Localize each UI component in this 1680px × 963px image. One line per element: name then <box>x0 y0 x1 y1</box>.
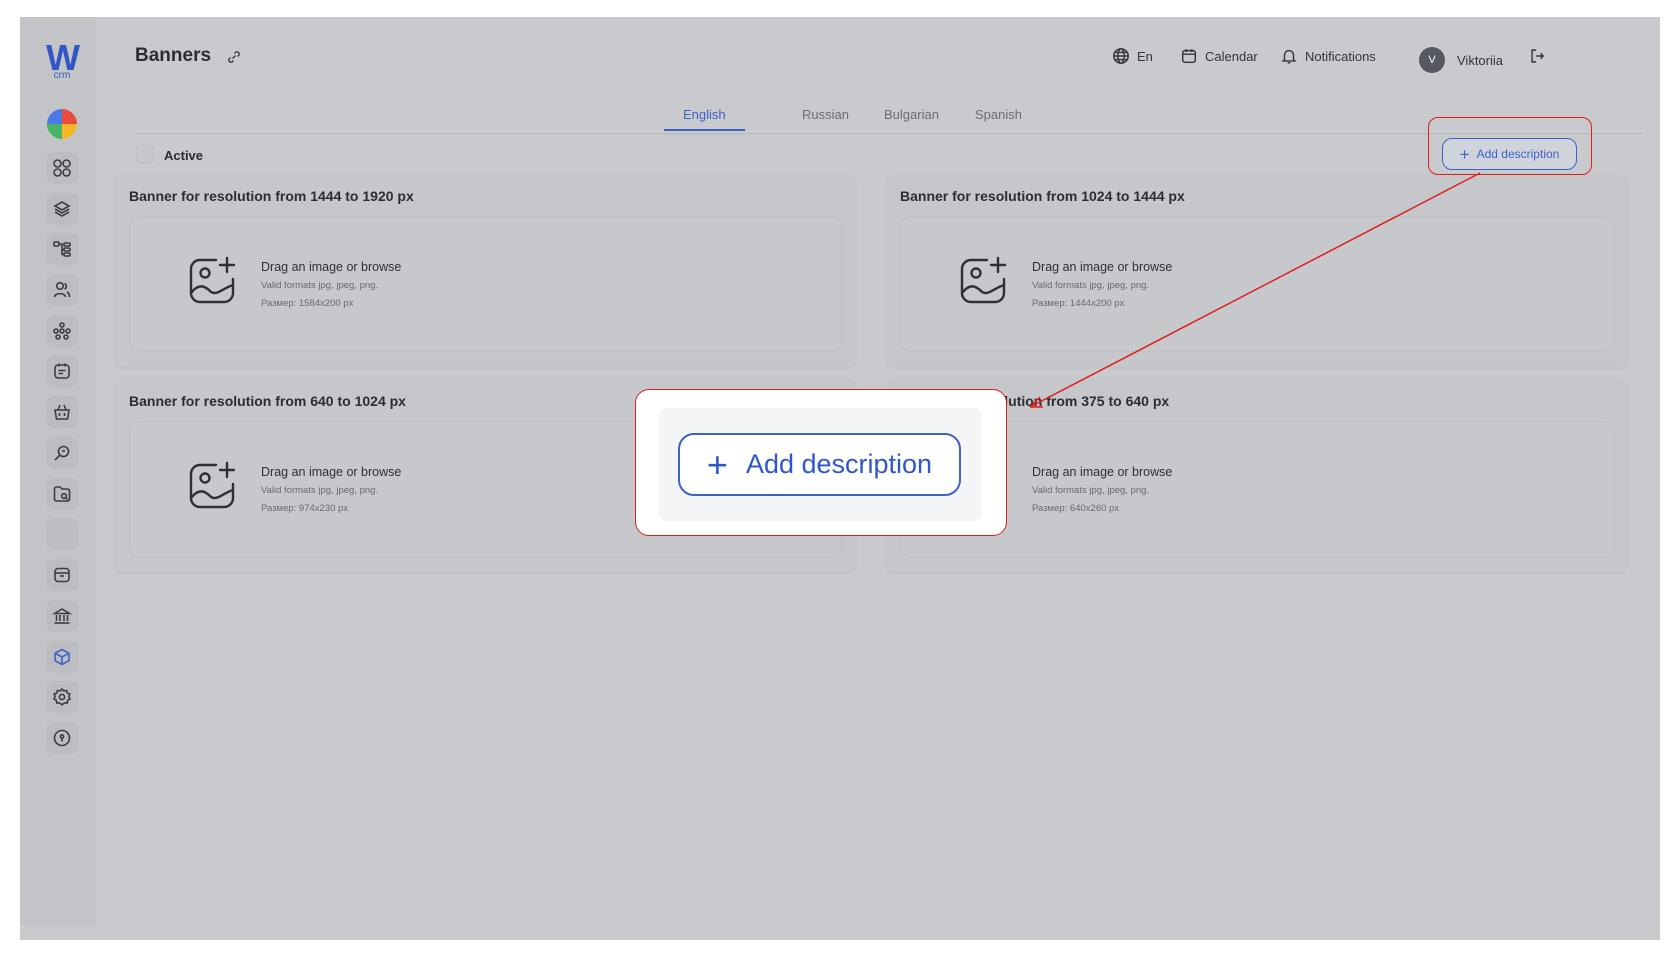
add-image-icon <box>960 256 1007 304</box>
language-tabs: English Russian Bulgarian Spanish <box>135 89 1642 134</box>
tab-bulgarian[interactable]: Bulgarian <box>884 107 939 129</box>
tab-english[interactable]: English <box>664 107 745 131</box>
globe-icon <box>1113 48 1129 64</box>
dropzone-title: Drag an image or browse <box>261 260 402 274</box>
dropzone-size: Размер: 1444x200 px <box>1032 298 1125 309</box>
sidebar-item-basket[interactable] <box>46 396 78 428</box>
active-checkbox[interactable] <box>136 145 154 163</box>
active-label: Active <box>164 148 204 163</box>
logo-letter: W <box>46 37 80 78</box>
image-dropzone[interactable]: Drag an image or browse Valid formats jp… <box>900 216 1614 352</box>
dropzone-formats: Valid formats jpg, jpeg, png. <box>261 280 379 291</box>
notes-icon <box>54 363 70 379</box>
hierarchy-icon <box>53 241 71 257</box>
sidebar-item-folder[interactable] <box>46 478 78 510</box>
image-dropzone[interactable]: Drag an image or browse Valid formats jp… <box>129 216 843 352</box>
dropzone-title: Drag an image or browse <box>261 465 402 479</box>
tab-spanish[interactable]: Spanish <box>975 107 1022 129</box>
dropzone-size: Размер: 1584x200 px <box>261 298 354 309</box>
sidebar-item-hierarchy[interactable] <box>46 233 78 265</box>
layers-icon <box>53 201 71 217</box>
banner-card: Banner for resolution from 1444 to 1920 … <box>115 174 856 367</box>
avatar: V <box>1419 47 1445 73</box>
logout-icon <box>1531 49 1545 63</box>
shield-icon <box>53 729 71 747</box>
add-image-icon <box>189 461 236 509</box>
sidebar-item-security[interactable] <box>46 722 78 754</box>
bell-icon <box>1281 49 1297 64</box>
user-name: Viktoriia <box>1457 52 1504 68</box>
color-wheel-icon[interactable] <box>47 109 77 139</box>
notifications-link[interactable]: Notifications <box>1280 47 1376 65</box>
archive-icon <box>54 567 70 583</box>
calendar-icon <box>1181 49 1197 64</box>
basket-icon <box>54 404 70 420</box>
sidebar: W crm <box>20 17 96 925</box>
add-description-button[interactable]: + Add description <box>1442 138 1577 170</box>
language-switch[interactable]: En <box>1112 47 1153 65</box>
bank-icon <box>52 608 72 624</box>
calendar-link[interactable]: Calendar <box>1180 47 1258 65</box>
plus-icon: + <box>706 443 728 485</box>
dropzone-title: Drag an image or browse <box>1032 465 1173 479</box>
add-image-icon <box>189 256 236 304</box>
sidebar-item-blank[interactable] <box>46 518 78 550</box>
sidebar-item-settings[interactable] <box>46 681 78 713</box>
page-title: Banners <box>135 45 212 66</box>
notifications-label: Notifications <box>1305 48 1376 64</box>
zoom-callout: + Add description <box>635 389 1007 536</box>
banner-title: Banner for resolution from 640 to 1024 p… <box>129 393 406 409</box>
zoom-callout-inner: + Add description <box>659 408 982 521</box>
sidebar-item-banners[interactable] <box>46 641 78 673</box>
dropzone-formats: Valid formats jpg, jpeg, png. <box>1032 280 1150 291</box>
settings-icon <box>52 687 72 706</box>
network-icon <box>53 322 71 340</box>
dropzone-size: Размер: 974x230 px <box>261 503 349 514</box>
image-dropzone[interactable]: Drag an image or browse Valid formats jp… <box>900 421 1614 557</box>
sidebar-item-users[interactable] <box>46 274 78 306</box>
sidebar-item-bank[interactable] <box>46 600 78 632</box>
language-label: En <box>1137 48 1153 64</box>
banner-title: Banner for resolution from 1024 to 1444 … <box>900 188 1185 204</box>
add-description-button-zoomed[interactable]: + Add description <box>678 433 961 496</box>
add-description-label: Add description <box>1476 147 1560 161</box>
sidebar-item-archive[interactable] <box>46 559 78 591</box>
banner-title: Banner for resolution from 1444 to 1920 … <box>129 188 414 204</box>
dropzone-formats: Valid formats jpg, jpeg, png. <box>261 485 379 496</box>
banner-card: Banner for resolution from 1024 to 1444 … <box>886 174 1627 367</box>
folder-icon <box>53 486 71 502</box>
dashboard-icon <box>53 159 71 177</box>
sidebar-item-dashboard[interactable] <box>46 152 78 184</box>
link-icon[interactable] <box>226 49 242 65</box>
cube-icon <box>54 648 70 666</box>
dropzone-title: Drag an image or browse <box>1032 260 1173 274</box>
tab-russian[interactable]: Russian <box>802 107 849 129</box>
users-icon <box>53 281 71 298</box>
sidebar-item-search[interactable] <box>46 437 78 469</box>
logo[interactable]: W crm <box>44 37 80 81</box>
dropzone-formats: Valid formats jpg, jpeg, png. <box>1032 485 1150 496</box>
calendar-label: Calendar <box>1205 48 1258 64</box>
user-menu[interactable]: V Viktoriia <box>1419 47 1503 73</box>
sidebar-item-layers[interactable] <box>46 193 78 225</box>
add-description-label: Add description <box>745 449 933 479</box>
logout-button[interactable] <box>1528 47 1553 65</box>
dropzone-size: Размер: 640x260 px <box>1032 503 1120 514</box>
sidebar-item-network[interactable] <box>46 315 78 347</box>
sidebar-item-notes[interactable] <box>46 355 78 387</box>
plus-icon: + <box>1459 144 1470 164</box>
search-key-icon <box>54 445 70 461</box>
